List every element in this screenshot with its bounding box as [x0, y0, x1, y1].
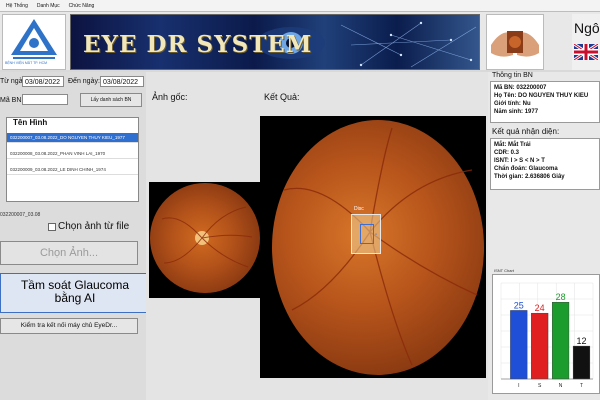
result-info-box: Mắt: Mắt Trái CDR: 0.3 ISNT: I > S < N >…	[490, 138, 600, 190]
chart-category-label: S	[538, 383, 542, 389]
choose-image-button[interactable]: Chọn Ảnh...	[0, 241, 138, 265]
server-connection-button[interactable]: Kiểm tra kết nối máy chủ EyeDr...	[0, 318, 138, 334]
eye-key: Mắt:	[494, 142, 507, 148]
patient-id-key: Mã BN:	[494, 85, 515, 91]
chart-category-label: N	[559, 383, 563, 389]
cdr-key: CDR:	[494, 150, 509, 156]
cdr-value: 0.3	[510, 150, 520, 156]
menu-bar: Hệ Thống Danh Mục Chức Năng	[0, 0, 600, 12]
result-image-label: Kết Quả:	[264, 92, 300, 102]
gender-key: Giới tính:	[494, 101, 521, 107]
result-title: Kết quả nhận diện:	[492, 127, 560, 136]
chart-value-label: 25	[514, 300, 524, 310]
patient-info-box: Mã BN: 032200007 Họ Tên: DO NGUYEN THUY …	[490, 81, 600, 123]
hands-image	[486, 14, 544, 70]
chart-category-label: I	[518, 383, 519, 389]
menu-category[interactable]: Danh Mục	[37, 3, 60, 9]
patient-id-label: Mã BN	[0, 97, 22, 104]
banner-title: EYE DR SYSTEM	[83, 31, 313, 58]
original-image-label: Ảnh gốc:	[152, 92, 188, 102]
birth-year-key: Năm sinh:	[494, 109, 524, 115]
language-label: Ngô	[574, 20, 600, 36]
time-value: 2.636806 Giây	[524, 174, 565, 180]
uk-flag-icon[interactable]	[574, 44, 598, 60]
chart-value-label: 24	[535, 303, 545, 313]
status-text: 032200007_03.08	[0, 212, 41, 218]
diagnosis-value: Glaucoma	[528, 166, 558, 172]
patient-id-input[interactable]	[22, 94, 68, 105]
chart-title: ISNT Chart	[494, 268, 514, 273]
glaucoma-screening-button[interactable]: Tầm soát Glaucoma bằng AI	[0, 273, 150, 313]
disc-label: Disc	[354, 206, 364, 212]
hands-icon	[491, 31, 539, 57]
chart-value-label: 12	[576, 336, 586, 346]
diagnosis-key: Chẩn đoán:	[494, 166, 527, 172]
optic-cup-box	[360, 224, 374, 244]
chart-bar-T	[572, 345, 591, 380]
original-fundus-image	[150, 183, 260, 293]
get-patient-list-button[interactable]: Lấy danh sách BN	[80, 93, 142, 107]
isnt-key: ISNT:	[494, 158, 509, 164]
file-checkbox[interactable]	[48, 223, 56, 231]
chart-category-label: T	[580, 383, 583, 389]
image-list: Tên Hình 032200007_03.08.2022_DO NGUYEN …	[6, 117, 139, 202]
language-area: Ngô	[572, 14, 600, 70]
eye-value: Mắt Trái	[508, 142, 531, 148]
screening-line-2: bằng AI	[54, 291, 96, 305]
patient-name-value: DO NGUYEN THUY KIEU	[518, 93, 589, 99]
cup-marker: -	[375, 232, 377, 238]
isnt-value: I > S < N > T	[510, 158, 545, 164]
chart-bar-S	[531, 312, 549, 380]
isnt-bar-chart: 25 I 24 S 28 N 12 T	[500, 282, 594, 389]
chart-bar-I	[510, 310, 528, 380]
list-header: Tên Hình	[13, 118, 48, 127]
from-date-input[interactable]: 03/08/2022	[22, 76, 64, 87]
menu-function[interactable]: Chức Năng	[69, 3, 95, 9]
list-item[interactable]: 032200009_03.08.2022_LE DINH CHINH_1974	[7, 165, 138, 175]
isnt-chart-box: 25 I 24 S 28 N 12 T	[492, 274, 600, 394]
patient-name-key: Họ Tên:	[494, 93, 517, 99]
file-checkbox-label: Chọn ảnh từ file	[58, 221, 130, 232]
chart-value-label: 28	[556, 292, 566, 302]
birth-year-value: 1977	[524, 109, 539, 115]
vessels-icon	[161, 206, 253, 268]
menu-system[interactable]: Hệ Thống	[6, 3, 28, 9]
list-item[interactable]: 032200007_03.08.2022_DO NGUYEN THUY KIEU…	[7, 133, 138, 143]
logo-caption: BỆNH VIỆN MẮT TP. HCM	[5, 61, 48, 65]
chart-bar-N	[552, 302, 570, 380]
gender-value: Nu	[522, 101, 531, 107]
to-date-input[interactable]: 03/08/2022	[100, 76, 144, 87]
to-date-label: Đến ngày:	[68, 78, 100, 85]
time-key: Thời gian:	[494, 174, 524, 180]
patient-id-value: 032200007	[516, 85, 547, 91]
hospital-logo: BỆNH VIỆN MẮT TP. HCM	[2, 14, 66, 70]
list-item[interactable]: 032200008_03.08.2022_PHAN VINH LAI_1970	[7, 149, 138, 159]
patient-info-title: Thông tin BN	[492, 72, 533, 79]
banner: EYE DR SYSTEM	[70, 14, 480, 70]
